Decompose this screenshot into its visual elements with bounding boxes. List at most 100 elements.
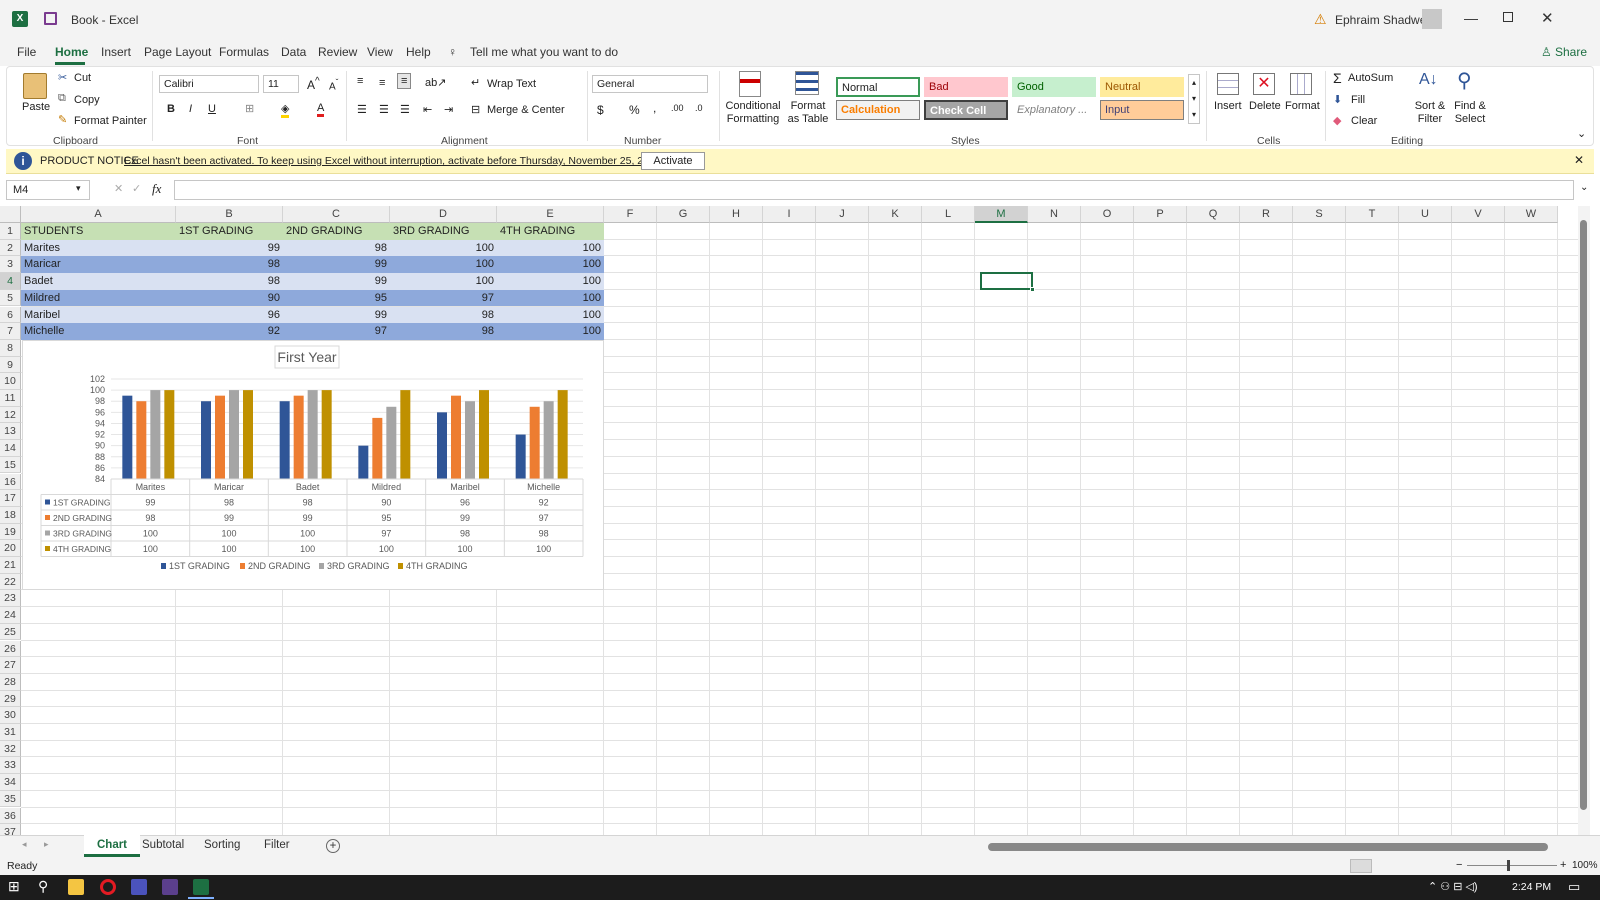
- column-header[interactable]: V: [1452, 206, 1505, 223]
- column-header[interactable]: H: [710, 206, 763, 223]
- style-normal[interactable]: Normal: [836, 77, 920, 97]
- chart-area[interactable]: First Year 102 100 98 96 94 92 90 88 86 84 Marites M…: [22, 340, 604, 590]
- orientation-icon[interactable]: ab↗: [425, 76, 446, 89]
- menu-data[interactable]: Data: [281, 45, 306, 59]
- row-header[interactable]: 32: [0, 740, 21, 758]
- select-all-corner[interactable]: [0, 206, 21, 223]
- row-header[interactable]: 10: [0, 373, 21, 390]
- increase-font-icon[interactable]: A^: [307, 76, 320, 92]
- formula-input[interactable]: [174, 180, 1574, 200]
- zoom-slider-thumb[interactable]: [1507, 860, 1510, 871]
- avatar[interactable]: [1422, 9, 1442, 29]
- grade-cell[interactable]: 100: [497, 289, 604, 307]
- column-header[interactable]: I: [763, 206, 816, 223]
- row-header[interactable]: 29: [0, 690, 21, 708]
- borders-icon[interactable]: ⊞: [245, 102, 254, 115]
- zoom-out-icon[interactable]: −: [1456, 859, 1462, 871]
- grade-cell[interactable]: 99: [176, 239, 283, 257]
- grade-cell[interactable]: 97: [283, 323, 390, 340]
- decrease-font-icon[interactable]: Aˇ: [329, 77, 338, 92]
- column-header[interactable]: C: [283, 206, 390, 223]
- row-header[interactable]: 23: [0, 590, 21, 608]
- align-right-icon[interactable]: ☰: [400, 103, 410, 116]
- bold-icon[interactable]: B: [167, 103, 175, 115]
- grade-cell[interactable]: 98: [176, 273, 283, 290]
- column-header[interactable]: D: [390, 206, 497, 223]
- jw-icon[interactable]: [162, 879, 178, 895]
- spreadsheet-grid[interactable]: ABCDEFGHIJKLMNOPQRSTUVW 1 2 3 4 5 6 7 8 9 10 11 12 1…: [0, 206, 1590, 835]
- sheet-tab-subtotal[interactable]: Subtotal: [142, 839, 184, 851]
- paste-button[interactable]: Paste: [22, 101, 50, 113]
- menu-view[interactable]: View: [367, 45, 393, 59]
- font-name-select[interactable]: Calibri: [159, 75, 259, 93]
- row-header[interactable]: 19: [0, 523, 21, 541]
- sheet-tab-filter[interactable]: Filter: [264, 839, 290, 851]
- cut-button[interactable]: Cut: [74, 72, 91, 84]
- grade-cell[interactable]: 98: [176, 256, 283, 274]
- delete-cells-button[interactable]: Delete: [1249, 100, 1281, 112]
- horizontal-scroll-thumb[interactable]: [988, 843, 1548, 851]
- header-cell[interactable]: 4TH GRADING: [497, 223, 604, 240]
- grade-cell[interactable]: 99: [283, 306, 390, 324]
- grade-cell[interactable]: 98: [283, 239, 390, 257]
- row-header[interactable]: 13: [0, 423, 21, 441]
- row-header[interactable]: 5: [0, 289, 21, 307]
- zoom-in-icon[interactable]: +: [1560, 859, 1566, 871]
- selected-cell[interactable]: [980, 272, 1033, 290]
- font-color-icon[interactable]: A: [317, 102, 325, 117]
- increase-decimal-icon[interactable]: .00: [671, 103, 684, 113]
- align-bottom-icon[interactable]: ≡: [397, 73, 412, 89]
- row-header[interactable]: 18: [0, 506, 21, 524]
- menu-file[interactable]: File: [17, 45, 36, 59]
- row-header[interactable]: 24: [0, 607, 21, 624]
- grade-cell[interactable]: 100: [497, 323, 604, 340]
- row-header[interactable]: 36: [0, 807, 21, 825]
- column-header[interactable]: N: [1028, 206, 1081, 223]
- row-header[interactable]: 6: [0, 306, 21, 324]
- wrap-text-button[interactable]: Wrap Text: [487, 78, 536, 90]
- format-as-table-button[interactable]: Format as Table: [785, 100, 831, 126]
- opera-icon[interactable]: [100, 879, 116, 895]
- row-header[interactable]: 30: [0, 707, 21, 724]
- row-header[interactable]: 25: [0, 623, 21, 641]
- column-header[interactable]: O: [1081, 206, 1134, 223]
- column-header[interactable]: L: [922, 206, 975, 223]
- header-cell[interactable]: 2ND GRADING: [283, 223, 390, 240]
- row-header[interactable]: 33: [0, 757, 21, 775]
- teams-icon[interactable]: [131, 879, 147, 895]
- sheet-tab-sorting[interactable]: Sorting: [204, 839, 240, 851]
- close-notice-icon[interactable]: ✕: [1574, 153, 1584, 167]
- horizontal-scrollbar[interactable]: [976, 842, 1576, 852]
- align-middle-icon[interactable]: ≡: [379, 77, 385, 89]
- sort-filter-button[interactable]: Sort & Filter: [1411, 100, 1449, 126]
- student-name-cell[interactable]: Maricar: [21, 256, 176, 274]
- row-header[interactable]: 20: [0, 540, 21, 557]
- row-header[interactable]: 8: [0, 339, 21, 357]
- column-header[interactable]: R: [1240, 206, 1293, 223]
- add-sheet-icon[interactable]: +: [326, 839, 340, 853]
- student-name-cell[interactable]: Maribel: [21, 306, 176, 324]
- row-header[interactable]: 14: [0, 440, 21, 457]
- restore-button[interactable]: [1503, 12, 1513, 22]
- vertical-scroll-thumb[interactable]: [1580, 220, 1587, 810]
- menu-page-layout[interactable]: Page Layout: [144, 45, 211, 59]
- grade-cell[interactable]: 100: [497, 273, 604, 290]
- grade-cell[interactable]: 100: [497, 239, 604, 257]
- excel-taskbar-icon[interactable]: [193, 879, 209, 895]
- share-button[interactable]: Share: [1555, 45, 1587, 59]
- align-left-icon[interactable]: ☰: [357, 103, 367, 116]
- menu-help[interactable]: Help: [406, 45, 431, 59]
- save-icon[interactable]: [44, 12, 57, 25]
- column-header[interactable]: M: [975, 206, 1028, 223]
- fill-color-icon[interactable]: ◈: [281, 102, 290, 118]
- menu-home[interactable]: Home: [55, 45, 88, 59]
- vertical-scrollbar[interactable]: [1578, 206, 1590, 835]
- style-good[interactable]: Good: [1012, 77, 1096, 97]
- comma-icon[interactable]: ,: [653, 101, 656, 115]
- activate-button[interactable]: Activate: [641, 152, 705, 170]
- row-header[interactable]: 17: [0, 490, 21, 507]
- menu-review[interactable]: Review: [318, 45, 357, 59]
- font-size-select[interactable]: 11: [263, 75, 299, 93]
- tell-me-input[interactable]: Tell me what you want to do: [470, 45, 618, 59]
- menu-formulas[interactable]: Formulas: [219, 45, 269, 59]
